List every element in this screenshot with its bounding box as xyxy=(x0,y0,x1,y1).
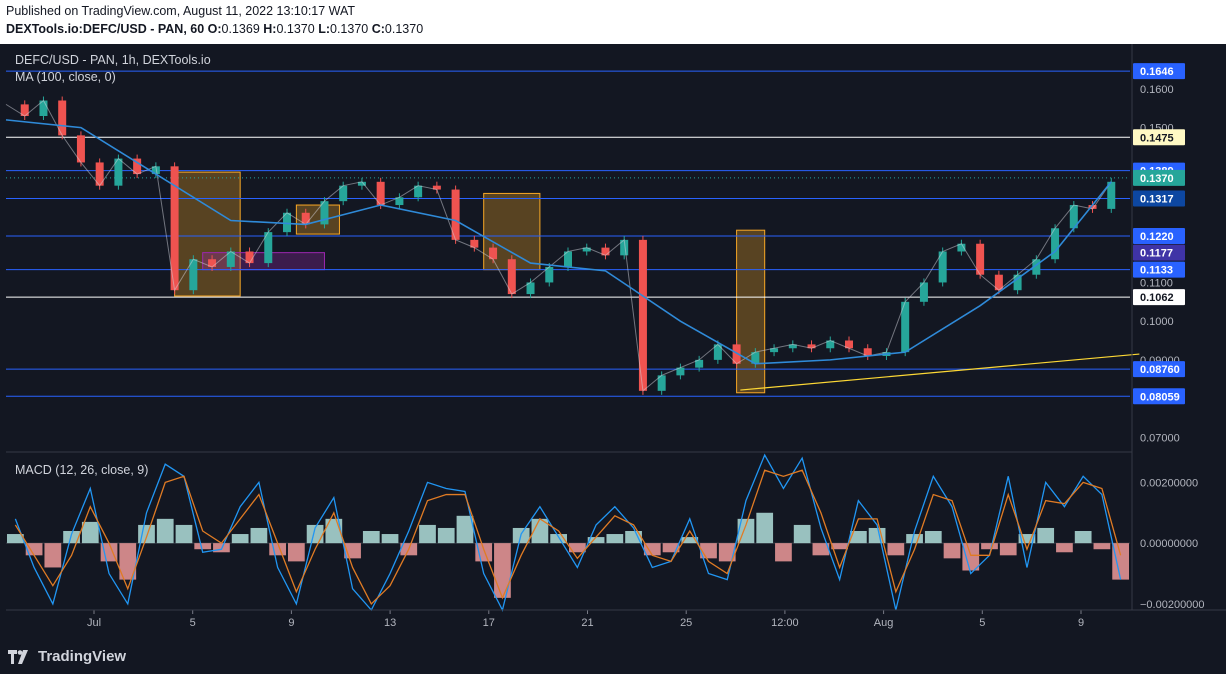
level-label: 0.08760 xyxy=(1140,364,1180,376)
chart-header: Published on TradingView.com, August 11,… xyxy=(0,0,1226,44)
time-tick-label: Aug xyxy=(874,617,894,629)
time-tick-label: 9 xyxy=(1078,617,1084,629)
time-tick-label: 21 xyxy=(581,617,593,629)
macd-histogram-bar xyxy=(1074,531,1092,544)
macd-tick-label: 0.00200000 xyxy=(1140,477,1198,489)
macd-histogram-bar xyxy=(81,521,99,544)
macd-histogram-bar xyxy=(44,543,62,568)
macd-histogram-bar xyxy=(1093,543,1111,550)
macd-histogram-bar xyxy=(494,543,511,598)
ohlc-high: 0.1370 xyxy=(276,22,315,36)
macd-histogram-bar xyxy=(775,543,792,562)
level-label: 0.1133 xyxy=(1140,265,1173,277)
level-label: 0.1220 xyxy=(1140,231,1174,243)
legend-title: DEFC/USD - PAN, 1h, DEXTools.io xyxy=(15,53,211,67)
time-tick-label: 9 xyxy=(288,617,294,629)
zone-box xyxy=(202,252,325,271)
level-label: 0.1370 xyxy=(1140,173,1174,185)
macd-histogram-bar xyxy=(194,543,212,550)
macd-histogram-bar xyxy=(288,543,305,562)
time-tick-label: 13 xyxy=(384,617,396,629)
footer-bar: TradingView xyxy=(0,642,1226,674)
level-label: 0.1317 xyxy=(1140,193,1174,205)
ohlc-open: 0.1369 xyxy=(221,22,260,36)
price-tick-label: 0.07000 xyxy=(1140,432,1180,444)
level-label: 0.1062 xyxy=(1140,292,1174,304)
zone-box xyxy=(736,229,766,394)
macd-histogram-bar xyxy=(606,534,624,544)
ohlc-close: 0.1370 xyxy=(384,22,424,36)
price-tick-label: 0.1000 xyxy=(1140,316,1174,328)
macd-histogram-bar xyxy=(906,534,923,544)
time-tick-label: 12:00 xyxy=(771,617,799,629)
time-tick-label: Jul xyxy=(87,617,101,629)
published-line: Published on TradingView.com, August 11,… xyxy=(6,4,356,18)
chart-canvas[interactable]: 0.16000.15000.11000.10000.090000.070000.… xyxy=(0,44,1226,642)
price-tick-label: 0.1100 xyxy=(1140,277,1173,289)
symbol-name: DEXTools.io:DEFC/USD - PAN, 60 xyxy=(6,22,205,36)
macd-histogram-bar xyxy=(943,543,961,559)
macd-histogram-bar xyxy=(231,534,249,544)
tradingview-logo[interactable]: TradingView xyxy=(8,648,126,665)
macd-histogram-bar xyxy=(793,524,811,544)
macd-histogram-bar xyxy=(1037,527,1055,544)
ohlc-low: 0.1370 xyxy=(330,22,369,36)
macd-histogram-bar xyxy=(437,527,455,544)
macd-histogram-bar xyxy=(756,512,774,544)
level-label: 0.1646 xyxy=(1140,66,1174,78)
macd-histogram-bar xyxy=(156,518,174,544)
time-tick-label: 5 xyxy=(190,617,196,629)
ma-legend: MA (100, close, 0) xyxy=(15,70,116,84)
chart-background xyxy=(0,44,1226,642)
brand-name: TradingView xyxy=(38,648,127,665)
macd-histogram-bar xyxy=(999,543,1017,556)
level-label: 0.1177 xyxy=(1140,248,1173,260)
level-label: 0.1475 xyxy=(1140,132,1174,144)
macd-tick-label: 0.00000000 xyxy=(1140,538,1198,550)
macd-legend: MACD (12, 26, close, 9) xyxy=(15,463,148,477)
zone-box xyxy=(174,171,241,297)
time-tick-label: 5 xyxy=(979,617,985,629)
macd-histogram-bar xyxy=(981,543,998,550)
macd-histogram-bar xyxy=(250,527,268,544)
macd-histogram-bar xyxy=(381,534,399,544)
time-tick-label: 25 xyxy=(680,617,692,629)
macd-histogram-bar xyxy=(887,543,905,556)
symbol-line: DEXTools.io:DEFC/USD - PAN, 60 O:0.1369 … xyxy=(6,22,424,36)
macd-histogram-bar xyxy=(1056,543,1073,553)
macd-histogram-bar xyxy=(1112,543,1129,580)
macd-histogram-bar xyxy=(924,531,942,544)
macd-tick-label: −0.00200000 xyxy=(1140,599,1205,611)
macd-histogram-bar xyxy=(269,543,286,556)
macd-histogram-bar xyxy=(831,543,848,550)
macd-histogram-bar xyxy=(362,531,380,544)
level-label: 0.08059 xyxy=(1140,391,1180,403)
macd-histogram-bar xyxy=(175,524,193,544)
macd-histogram-bar xyxy=(419,524,436,544)
tradingview-icon xyxy=(8,649,28,664)
price-tick-label: 0.1600 xyxy=(1140,84,1174,96)
macd-histogram-bar xyxy=(962,543,980,571)
time-tick-label: 17 xyxy=(483,617,495,629)
